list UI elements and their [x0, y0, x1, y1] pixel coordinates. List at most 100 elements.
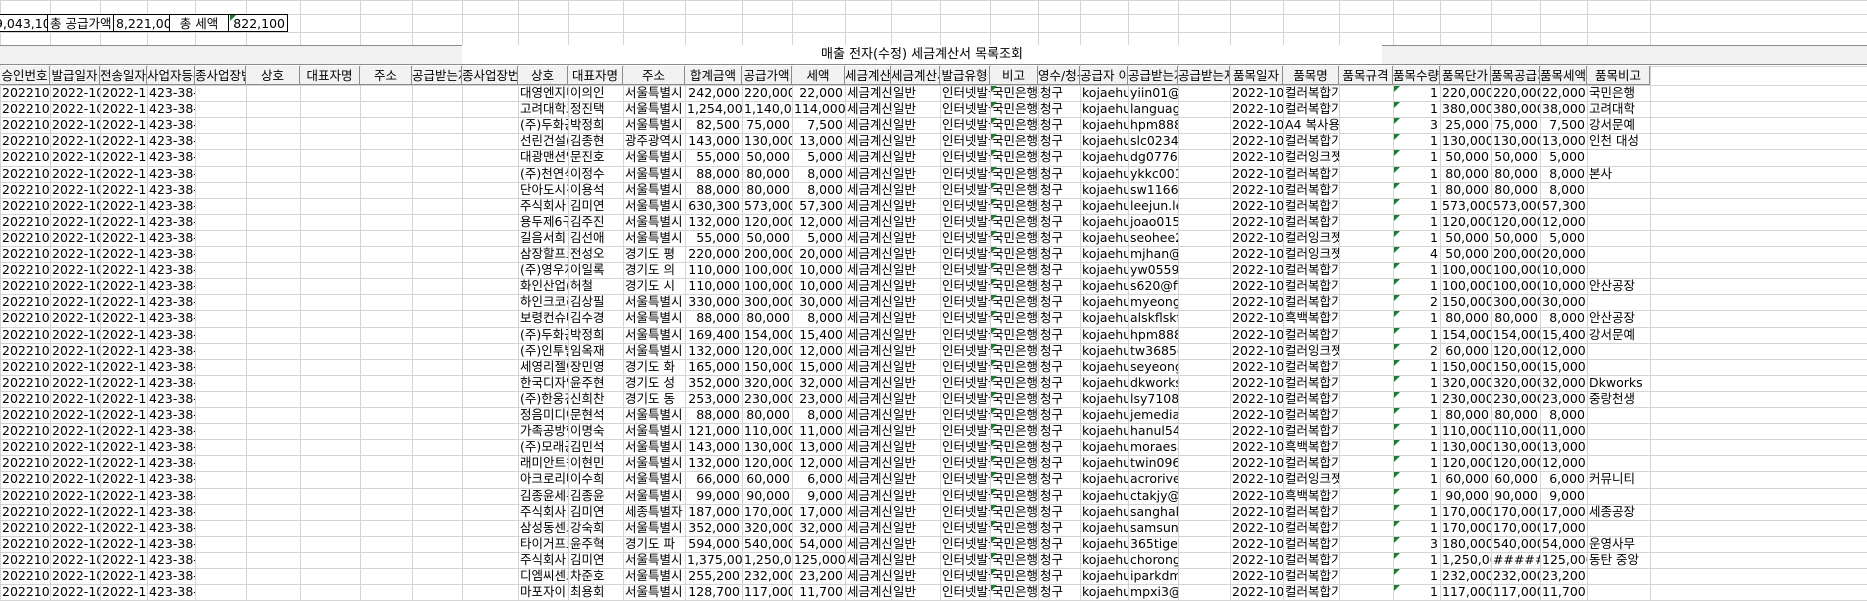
table-cell[interactable]	[1339, 488, 1393, 504]
table-cell[interactable]	[1178, 101, 1230, 117]
table-cell[interactable]: kojaehun	[1080, 359, 1128, 375]
column-header[interactable]: 종사업장번호	[195, 66, 246, 85]
table-cell[interactable]	[1178, 343, 1230, 359]
table-cell[interactable]	[246, 327, 300, 343]
table-cell[interactable]: 세금계산서	[845, 133, 891, 149]
table-cell[interactable]	[246, 488, 300, 504]
table-cell[interactable]	[300, 166, 360, 182]
table-cell[interactable]: 인터넷발급	[940, 117, 990, 133]
column-header[interactable]: 상호	[518, 66, 568, 85]
table-cell[interactable]: 서울특별시	[623, 294, 685, 310]
table-cell[interactable]: 2022-10-1	[1230, 504, 1283, 520]
table-cell[interactable]	[195, 423, 246, 439]
table-cell[interactable]	[300, 294, 360, 310]
column-header[interactable]: 공급자 이메일	[1080, 66, 1128, 85]
table-cell[interactable]: 인터넷발급	[940, 310, 990, 326]
table-cell[interactable]: 청구	[1038, 198, 1080, 214]
table-cell[interactable]: 423-38-00	[147, 294, 195, 310]
table-cell[interactable]: 일반	[891, 439, 940, 455]
table-cell[interactable]: 인터넷발급	[940, 359, 990, 375]
table-cell[interactable]: 170,000	[1491, 520, 1540, 536]
table-cell[interactable]: 세금계산서	[845, 85, 891, 101]
table-cell[interactable]	[195, 439, 246, 455]
table-cell[interactable]: 20221017	[0, 327, 50, 343]
column-header[interactable]: 공급가액	[742, 66, 792, 85]
table-cell[interactable]: 커뮤니티	[1587, 471, 1650, 487]
table-cell[interactable]: 세금계산서	[845, 214, 891, 230]
table-cell[interactable]: 허철	[568, 278, 623, 294]
table-cell[interactable]: 20221017	[0, 439, 50, 455]
table-cell[interactable]: 컬러복합기	[1283, 568, 1339, 584]
table-cell[interactable]: 8,000	[1540, 407, 1587, 423]
table-cell[interactable]: 30,000	[792, 294, 845, 310]
table-cell[interactable]	[195, 568, 246, 584]
table-cell[interactable]: 국민은행	[990, 455, 1038, 471]
table-cell[interactable]: 서울특별시	[623, 568, 685, 584]
column-header[interactable]: 세액	[792, 66, 845, 85]
table-cell[interactable]: 2022-10-1	[50, 504, 100, 520]
table-cell[interactable]: 국민은행	[990, 423, 1038, 439]
table-cell[interactable]	[412, 423, 462, 439]
table-cell[interactable]: 세종특별자	[623, 504, 685, 520]
table-cell[interactable]: 세금계산서	[845, 423, 891, 439]
table-cell[interactable]: 13,000	[1540, 133, 1587, 149]
table-cell[interactable]: 김민석	[568, 439, 623, 455]
table-cell[interactable]: 서울특별시	[623, 520, 685, 536]
table-cell[interactable]: 국민은행	[990, 488, 1038, 504]
table-cell[interactable]: 2022-10-1	[50, 407, 100, 423]
table-cell[interactable]: 2022-10-2	[50, 133, 100, 149]
table-cell[interactable]	[1339, 101, 1393, 117]
table-cell[interactable]: 1	[1393, 166, 1440, 182]
table-cell[interactable]: 60,000	[742, 471, 792, 487]
table-cell[interactable]: 423-38-00	[147, 584, 195, 600]
table-cell[interactable]: 2022-10-1	[50, 375, 100, 391]
table-cell[interactable]: 7,500	[792, 117, 845, 133]
table-cell[interactable]: 하인크코리	[518, 294, 568, 310]
table-cell[interactable]: 세금계산서	[845, 262, 891, 278]
table-cell[interactable]: 20221017	[0, 230, 50, 246]
table-cell[interactable]	[360, 471, 412, 487]
table-cell[interactable]	[246, 230, 300, 246]
table-cell[interactable]	[1339, 391, 1393, 407]
table-cell[interactable]: 80,000	[742, 182, 792, 198]
table-cell[interactable]: 110,000	[685, 262, 742, 278]
table-cell[interactable]: 20221014	[0, 568, 50, 584]
table-cell[interactable]: 320,000	[742, 520, 792, 536]
table-cell[interactable]	[360, 294, 412, 310]
table-cell[interactable]: 75,000	[1491, 117, 1540, 133]
table-cell[interactable]: 일반	[891, 182, 940, 198]
table-cell[interactable]: 1	[1393, 85, 1440, 101]
table-cell[interactable]: 청구	[1038, 262, 1080, 278]
column-header[interactable]: 품목명	[1283, 66, 1339, 85]
table-cell[interactable]	[300, 423, 360, 439]
table-cell[interactable]: 경기도 시	[623, 278, 685, 294]
table-cell[interactable]: 12,000	[1540, 343, 1587, 359]
table-cell[interactable]: 세금계산서	[845, 343, 891, 359]
table-cell[interactable]: 안산공장	[1587, 278, 1650, 294]
table-cell[interactable]: 청구	[1038, 166, 1080, 182]
table-cell[interactable]: 이일록	[568, 262, 623, 278]
table-cell[interactable]: 2022-10-1	[50, 568, 100, 584]
table-cell[interactable]: 광주광역시	[623, 133, 685, 149]
column-header[interactable]: 품목비고	[1587, 66, 1650, 85]
table-cell[interactable]	[412, 101, 462, 117]
table-cell[interactable]: 1	[1393, 584, 1440, 600]
table-cell[interactable]	[1339, 552, 1393, 568]
table-cell[interactable]: 2022-10-1	[100, 407, 147, 423]
table-cell[interactable]	[195, 117, 246, 133]
table-cell[interactable]: 국민은행	[990, 310, 1038, 326]
table-cell[interactable]	[462, 85, 518, 101]
table-cell[interactable]: 삼장할프로	[518, 246, 568, 262]
table-cell[interactable]: 국민은행	[990, 536, 1038, 552]
table-cell[interactable]: 2022-10-1	[100, 375, 147, 391]
table-cell[interactable]: 20221017	[0, 488, 50, 504]
table-cell[interactable]: 1,254,000	[685, 101, 742, 117]
table-cell[interactable]: 윤주혁	[568, 536, 623, 552]
column-header[interactable]: 주소	[360, 66, 412, 85]
table-cell[interactable]: 국민은행	[990, 278, 1038, 294]
table-cell[interactable]: kojaehun	[1080, 471, 1128, 487]
table-cell[interactable]	[462, 310, 518, 326]
table-cell[interactable]: 120,000	[742, 455, 792, 471]
table-cell[interactable]: 130,000	[1440, 439, 1491, 455]
table-cell[interactable]	[462, 552, 518, 568]
